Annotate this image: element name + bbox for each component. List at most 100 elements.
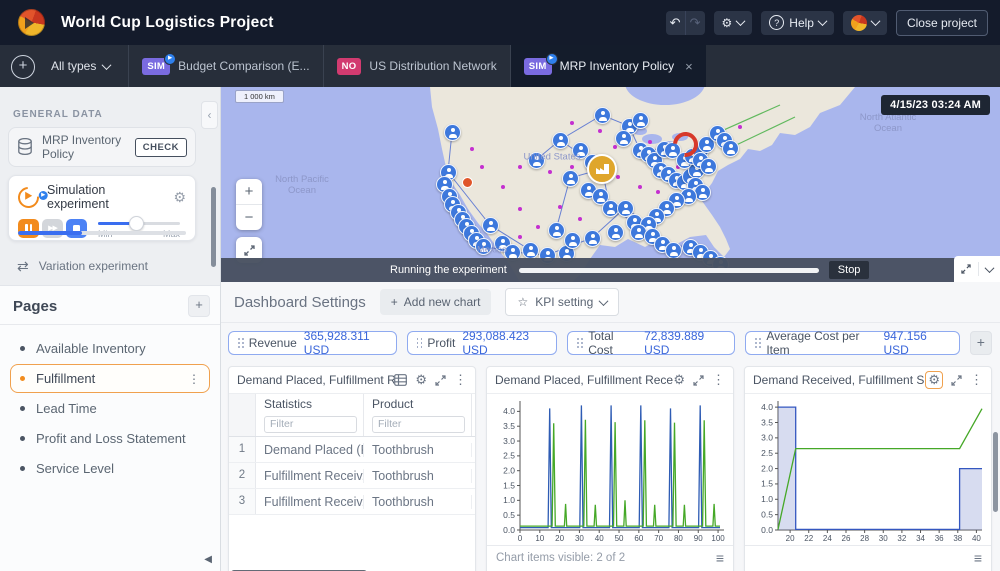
sidebar-item-profit-and-loss-statement[interactable]: Profit and Loss Statement xyxy=(10,424,210,453)
expand-icon[interactable] xyxy=(435,375,446,386)
gear-icon[interactable]: ⚙ xyxy=(673,372,685,388)
variation-experiment-item[interactable]: ⇄ Variation experiment xyxy=(8,253,214,279)
sidebar-item-service-level[interactable]: Service Level xyxy=(10,454,210,483)
customer-marker[interactable] xyxy=(665,242,682,259)
transit-dot xyxy=(548,170,552,174)
tab-type-badge: NO xyxy=(337,58,362,75)
customer-marker[interactable] xyxy=(552,132,569,149)
table-view-icon[interactable] xyxy=(394,374,407,386)
pages-title: Pages xyxy=(13,298,57,315)
transit-dot xyxy=(518,207,522,211)
kpi-setting-dropdown[interactable]: ☆ KPI setting xyxy=(505,288,619,316)
map[interactable]: United StatesMexicoNorth Atlantic OceanN… xyxy=(220,87,1000,282)
customer-marker[interactable] xyxy=(615,130,632,147)
drag-handle-icon[interactable] xyxy=(417,338,419,340)
highlighted-site-marker[interactable] xyxy=(462,177,473,188)
bullet-icon xyxy=(20,436,25,441)
table-row[interactable]: 2Fulfillment Receiv...Toothbrush xyxy=(229,463,475,489)
customer-marker[interactable] xyxy=(522,242,539,259)
customer-marker[interactable] xyxy=(528,152,545,169)
undo-icon[interactable]: ↶ xyxy=(666,11,685,35)
mrp-policy-card[interactable]: MRP Inventory Policy CHECK xyxy=(8,127,196,167)
close-tab-icon[interactable]: × xyxy=(685,59,693,74)
drag-handle-icon[interactable] xyxy=(755,338,757,340)
question-icon: ? xyxy=(769,15,784,30)
add-page-button[interactable]: + xyxy=(188,295,210,317)
help-button[interactable]: ? Help xyxy=(761,11,834,35)
collapse-sidebar-button[interactable]: ◀ xyxy=(204,554,212,565)
account-button[interactable] xyxy=(843,11,887,35)
titlebar: World Cup Logistics Project ↶ ↷ ⚙ ? Help… xyxy=(0,0,1000,45)
sidebar-item-lead-time[interactable]: Lead Time xyxy=(10,394,210,423)
customer-marker[interactable] xyxy=(444,124,461,141)
kpi-value: 365,928.311 USD xyxy=(304,329,387,357)
line-chart: 0.00.51.01.52.02.53.03.54.02022242628303… xyxy=(745,394,991,546)
speed-slider[interactable]: Min Max xyxy=(98,217,180,231)
play-status-icon: ▶ xyxy=(546,53,558,65)
series-line-Demand Placed xyxy=(520,405,720,527)
expand-icon[interactable] xyxy=(951,375,962,386)
add-new-chart-button[interactable]: + Add new chart xyxy=(380,289,492,315)
collapse-panel-button[interactable]: ‹ xyxy=(201,101,218,129)
customer-marker[interactable] xyxy=(482,217,499,234)
database-icon xyxy=(17,138,33,156)
kpi-chip-average-cost-per-item[interactable]: Average Cost per Item947.156 USD xyxy=(745,331,959,355)
sidebar-item-fulfillment[interactable]: Fulfillment⋮ xyxy=(10,364,210,393)
legend-icon[interactable]: ≡ xyxy=(716,550,724,566)
check-button[interactable]: CHECK xyxy=(135,138,187,157)
product-filter-input[interactable] xyxy=(372,416,465,433)
factory-marker[interactable] xyxy=(587,154,617,184)
add-kpi-button[interactable]: + xyxy=(970,331,992,355)
kebab-menu-icon[interactable]: ⋮ xyxy=(970,372,983,388)
customer-marker[interactable] xyxy=(475,238,492,255)
kpi-chip-total-cost[interactable]: Total Cost72,839.889 USD xyxy=(567,331,735,355)
table-row[interactable]: 3Fulfillment Receiv...Toothbrush xyxy=(229,489,475,515)
x-tick-label: 40 xyxy=(595,534,604,543)
all-types-dropdown[interactable]: All types xyxy=(35,45,128,87)
table-row[interactable]: 1Demand Placed (P...Toothbrush xyxy=(229,437,475,463)
customer-marker[interactable] xyxy=(632,112,649,129)
expand-icon[interactable] xyxy=(961,264,971,274)
tab-mrp-inventory-policy[interactable]: SIM▶MRP Inventory Policy× xyxy=(510,45,706,87)
sidebar-item-available-inventory[interactable]: Available Inventory xyxy=(10,334,210,363)
tab-us-distribution-network[interactable]: NOUS Distribution Network xyxy=(323,45,510,87)
drag-handle-icon[interactable] xyxy=(577,338,579,340)
kpi-chip-revenue[interactable]: Revenue365,928.311 USD xyxy=(228,331,397,355)
drag-handle-icon[interactable] xyxy=(238,338,240,340)
kebab-menu-icon[interactable]: ⋮ xyxy=(712,372,725,388)
stop-experiment-button[interactable]: Stop xyxy=(829,261,870,279)
statistics-filter-input[interactable] xyxy=(264,416,357,433)
tab-budget-comparison-e-[interactable]: SIM▶Budget Comparison (E... xyxy=(128,45,322,87)
kebab-menu-icon[interactable]: ⋮ xyxy=(188,372,200,386)
customer-marker[interactable] xyxy=(584,230,601,247)
customer-marker[interactable] xyxy=(607,224,624,241)
zoom-out-button[interactable]: − xyxy=(236,205,262,230)
customer-marker[interactable] xyxy=(564,232,581,249)
transit-dot xyxy=(648,140,652,144)
sidebar-scrollbar[interactable] xyxy=(211,187,216,267)
expand-icon[interactable] xyxy=(693,375,704,386)
settings-button[interactable]: ⚙ xyxy=(714,11,753,35)
experiment-progress-bar: Running the experiment Stop xyxy=(220,258,1000,282)
x-tick-label: 24 xyxy=(823,534,832,543)
redo-icon[interactable]: ↷ xyxy=(685,11,705,35)
new-tab-button[interactable]: + xyxy=(11,55,35,79)
gear-icon[interactable]: ⚙ xyxy=(925,371,943,389)
chevron-down-icon[interactable] xyxy=(985,263,995,273)
legend-icon[interactable]: ≡ xyxy=(974,550,982,566)
customer-marker[interactable] xyxy=(594,107,611,124)
customer-marker[interactable] xyxy=(548,222,565,239)
customer-marker[interactable] xyxy=(722,140,739,157)
dashboard-scrollbar[interactable] xyxy=(993,432,998,512)
kebab-menu-icon[interactable]: ⋮ xyxy=(454,372,467,388)
gear-icon[interactable]: ⚙ xyxy=(173,189,186,206)
undo-redo-group: ↶ ↷ xyxy=(666,11,705,35)
customer-marker[interactable] xyxy=(562,170,579,187)
zoom-in-button[interactable]: + xyxy=(236,179,262,205)
kpi-chip-profit[interactable]: Profit293,088.423 USD xyxy=(407,331,558,355)
close-project-button[interactable]: Close project xyxy=(896,10,988,36)
customer-marker[interactable] xyxy=(700,158,717,175)
slider-thumb[interactable] xyxy=(129,216,144,231)
x-tick-label: 20 xyxy=(555,534,564,543)
gear-icon[interactable]: ⚙ xyxy=(415,372,427,388)
